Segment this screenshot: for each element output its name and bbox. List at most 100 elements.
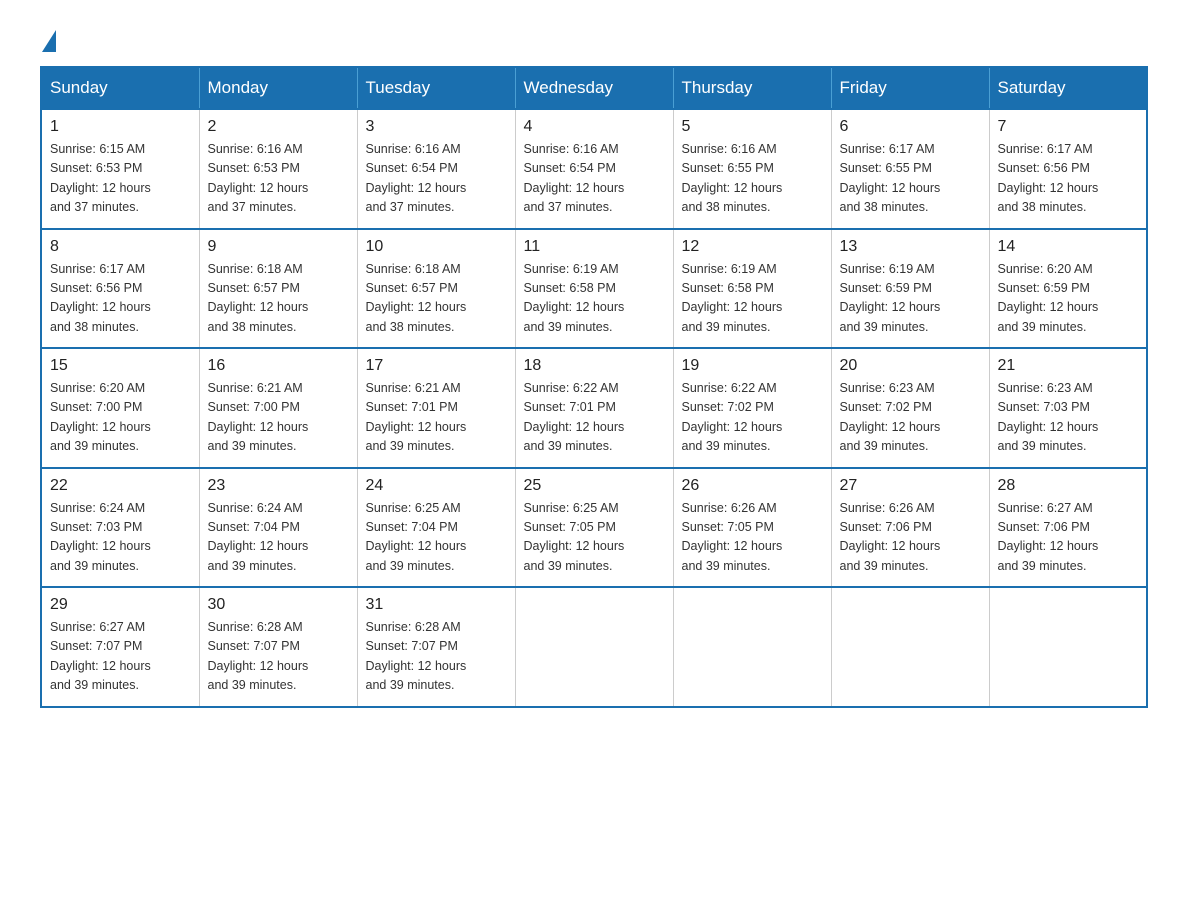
calendar-week-2: 8Sunrise: 6:17 AMSunset: 6:56 PMDaylight… — [41, 229, 1147, 349]
day-info: Sunrise: 6:28 AMSunset: 7:07 PMDaylight:… — [366, 618, 507, 696]
calendar-header-row: SundayMondayTuesdayWednesdayThursdayFrid… — [41, 67, 1147, 109]
day-number: 15 — [50, 357, 191, 375]
col-header-monday: Monday — [199, 67, 357, 109]
day-info: Sunrise: 6:21 AMSunset: 7:00 PMDaylight:… — [208, 379, 349, 457]
day-number: 30 — [208, 596, 349, 614]
day-info: Sunrise: 6:27 AMSunset: 7:07 PMDaylight:… — [50, 618, 191, 696]
day-number: 26 — [682, 477, 823, 495]
day-number: 9 — [208, 238, 349, 256]
calendar-cell: 19Sunrise: 6:22 AMSunset: 7:02 PMDayligh… — [673, 348, 831, 468]
day-info: Sunrise: 6:27 AMSunset: 7:06 PMDaylight:… — [998, 499, 1139, 577]
calendar-cell: 12 Sunrise: 6:19 AMSunset: 6:58 PMDayligh… — [673, 229, 831, 349]
day-info: Sunrise: 6:19 AMSunset: 6:58 PMDaylight:… — [682, 260, 823, 338]
logo-triangle-icon — [42, 30, 56, 52]
calendar-cell: 20Sunrise: 6:23 AMSunset: 7:02 PMDayligh… — [831, 348, 989, 468]
calendar-cell: 25 Sunrise: 6:25 AMSunset: 7:05 PMDayligh… — [515, 468, 673, 588]
day-number: 22 — [50, 477, 191, 495]
calendar-cell: 24 Sunrise: 6:25 AMSunset: 7:04 PMDayligh… — [357, 468, 515, 588]
col-header-tuesday: Tuesday — [357, 67, 515, 109]
day-number: 23 — [208, 477, 349, 495]
day-number: 29 — [50, 596, 191, 614]
calendar-cell: 9 Sunrise: 6:18 AMSunset: 6:57 PMDaylight… — [199, 229, 357, 349]
day-number: 20 — [840, 357, 981, 375]
day-number: 28 — [998, 477, 1139, 495]
day-number: 31 — [366, 596, 507, 614]
day-info: Sunrise: 6:25 AMSunset: 7:05 PMDaylight:… — [524, 499, 665, 577]
day-info: Sunrise: 6:24 AMSunset: 7:04 PMDaylight:… — [208, 499, 349, 577]
calendar-cell: 1 Sunrise: 6:15 AMSunset: 6:53 PMDaylight… — [41, 109, 199, 229]
col-header-thursday: Thursday — [673, 67, 831, 109]
calendar-cell: 5Sunrise: 6:16 AMSunset: 6:55 PMDaylight… — [673, 109, 831, 229]
day-info: Sunrise: 6:16 AMSunset: 6:54 PMDaylight:… — [366, 140, 507, 218]
day-info: Sunrise: 6:18 AMSunset: 6:57 PMDaylight:… — [366, 260, 507, 338]
day-info: Sunrise: 6:20 AMSunset: 6:59 PMDaylight:… — [998, 260, 1139, 338]
day-info: Sunrise: 6:16 AMSunset: 6:53 PMDaylight:… — [208, 140, 349, 218]
day-number: 21 — [998, 357, 1139, 375]
day-info: Sunrise: 6:26 AMSunset: 7:05 PMDaylight:… — [682, 499, 823, 577]
day-info: Sunrise: 6:25 AMSunset: 7:04 PMDaylight:… — [366, 499, 507, 577]
calendar-cell: 15 Sunrise: 6:20 AMSunset: 7:00 PMDayligh… — [41, 348, 199, 468]
col-header-friday: Friday — [831, 67, 989, 109]
day-info: Sunrise: 6:17 AMSunset: 6:55 PMDaylight:… — [840, 140, 981, 218]
calendar-cell: 4Sunrise: 6:16 AMSunset: 6:54 PMDaylight… — [515, 109, 673, 229]
logo — [40, 30, 56, 46]
day-number: 12 — [682, 238, 823, 256]
calendar-cell: 21 Sunrise: 6:23 AMSunset: 7:03 PMDayligh… — [989, 348, 1147, 468]
day-number: 24 — [366, 477, 507, 495]
calendar-week-3: 15 Sunrise: 6:20 AMSunset: 7:00 PMDayligh… — [41, 348, 1147, 468]
calendar-cell: 22 Sunrise: 6:24 AMSunset: 7:03 PMDayligh… — [41, 468, 199, 588]
day-number: 13 — [840, 238, 981, 256]
calendar-cell: 13 Sunrise: 6:19 AMSunset: 6:59 PMDayligh… — [831, 229, 989, 349]
day-info: Sunrise: 6:19 AMSunset: 6:58 PMDaylight:… — [524, 260, 665, 338]
calendar-cell: 8Sunrise: 6:17 AMSunset: 6:56 PMDaylight… — [41, 229, 199, 349]
calendar-week-1: 1 Sunrise: 6:15 AMSunset: 6:53 PMDaylight… — [41, 109, 1147, 229]
day-info: Sunrise: 6:22 AMSunset: 7:02 PMDaylight:… — [682, 379, 823, 457]
day-info: Sunrise: 6:20 AMSunset: 7:00 PMDaylight:… — [50, 379, 191, 457]
day-number: 1 — [50, 118, 191, 136]
calendar-cell: 16 Sunrise: 6:21 AMSunset: 7:00 PMDayligh… — [199, 348, 357, 468]
day-number: 16 — [208, 357, 349, 375]
day-number: 7 — [998, 118, 1139, 136]
calendar-cell: 27Sunrise: 6:26 AMSunset: 7:06 PMDayligh… — [831, 468, 989, 588]
day-info: Sunrise: 6:15 AMSunset: 6:53 PMDaylight:… — [50, 140, 191, 218]
calendar-week-5: 29 Sunrise: 6:27 AMSunset: 7:07 PMDayligh… — [41, 587, 1147, 707]
day-number: 6 — [840, 118, 981, 136]
day-number: 5 — [682, 118, 823, 136]
day-number: 14 — [998, 238, 1139, 256]
calendar-cell: 31 Sunrise: 6:28 AMSunset: 7:07 PMDayligh… — [357, 587, 515, 707]
page-header — [40, 30, 1148, 46]
day-info: Sunrise: 6:18 AMSunset: 6:57 PMDaylight:… — [208, 260, 349, 338]
calendar-week-4: 22 Sunrise: 6:24 AMSunset: 7:03 PMDayligh… — [41, 468, 1147, 588]
calendar-cell: 2Sunrise: 6:16 AMSunset: 6:53 PMDaylight… — [199, 109, 357, 229]
day-info: Sunrise: 6:19 AMSunset: 6:59 PMDaylight:… — [840, 260, 981, 338]
day-number: 27 — [840, 477, 981, 495]
calendar-cell: 18 Sunrise: 6:22 AMSunset: 7:01 PMDayligh… — [515, 348, 673, 468]
day-number: 11 — [524, 238, 665, 256]
day-info: Sunrise: 6:22 AMSunset: 7:01 PMDaylight:… — [524, 379, 665, 457]
calendar-cell: 11 Sunrise: 6:19 AMSunset: 6:58 PMDayligh… — [515, 229, 673, 349]
calendar-cell: 6 Sunrise: 6:17 AMSunset: 6:55 PMDaylight… — [831, 109, 989, 229]
calendar-cell — [515, 587, 673, 707]
calendar-cell — [989, 587, 1147, 707]
calendar-cell — [673, 587, 831, 707]
day-number: 8 — [50, 238, 191, 256]
day-number: 10 — [366, 238, 507, 256]
calendar-cell: 26 Sunrise: 6:26 AMSunset: 7:05 PMDayligh… — [673, 468, 831, 588]
day-info: Sunrise: 6:24 AMSunset: 7:03 PMDaylight:… — [50, 499, 191, 577]
day-info: Sunrise: 6:17 AMSunset: 6:56 PMDaylight:… — [998, 140, 1139, 218]
day-info: Sunrise: 6:23 AMSunset: 7:03 PMDaylight:… — [998, 379, 1139, 457]
calendar-cell: 3 Sunrise: 6:16 AMSunset: 6:54 PMDaylight… — [357, 109, 515, 229]
col-header-wednesday: Wednesday — [515, 67, 673, 109]
calendar-cell: 23 Sunrise: 6:24 AMSunset: 7:04 PMDayligh… — [199, 468, 357, 588]
col-header-saturday: Saturday — [989, 67, 1147, 109]
day-info: Sunrise: 6:16 AMSunset: 6:54 PMDaylight:… — [524, 140, 665, 218]
calendar-cell: 7 Sunrise: 6:17 AMSunset: 6:56 PMDaylight… — [989, 109, 1147, 229]
calendar-cell: 17Sunrise: 6:21 AMSunset: 7:01 PMDayligh… — [357, 348, 515, 468]
calendar-cell: 28 Sunrise: 6:27 AMSunset: 7:06 PMDayligh… — [989, 468, 1147, 588]
day-number: 3 — [366, 118, 507, 136]
col-header-sunday: Sunday — [41, 67, 199, 109]
day-number: 18 — [524, 357, 665, 375]
calendar-table: SundayMondayTuesdayWednesdayThursdayFrid… — [40, 66, 1148, 708]
calendar-cell: 29 Sunrise: 6:27 AMSunset: 7:07 PMDayligh… — [41, 587, 199, 707]
day-number: 25 — [524, 477, 665, 495]
